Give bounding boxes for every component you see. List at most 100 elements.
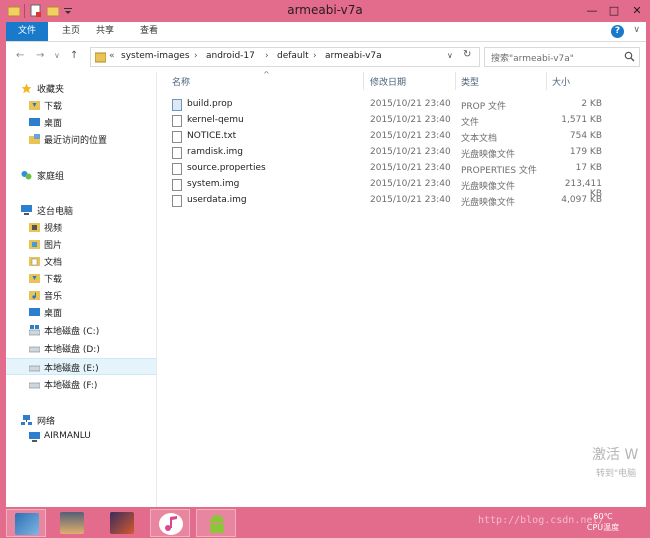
breadcrumb-android-17[interactable]: android-17 [206,51,255,61]
sidebar-item-documents[interactable]: 文档 [6,253,156,270]
column-divider[interactable] [546,72,547,90]
taskbar-app-3[interactable] [102,509,142,537]
sidebar-item-desktop[interactable]: 桌面 [6,114,156,131]
sidebar-item-drive-c[interactable]: 本地磁盘 (C:) [6,322,156,339]
column-header-type[interactable]: 类型 [461,75,479,88]
activation-watermark: 激活 W [592,447,639,463]
sidebar-item-recent[interactable]: 最近访问的位置 [6,131,156,148]
breadcrumb-system-images[interactable]: system-images [121,51,190,61]
column-header-name[interactable]: 名称 [172,75,190,88]
sidebar-item-pictures[interactable]: 图片 [6,236,156,253]
tab-home[interactable]: 主页 [56,22,86,41]
file-list: ^ 名称 修改日期 类型 大小 build.prop 2015/10/21 23… [158,70,646,507]
disc-image-icon [172,179,182,191]
taskbar-app-2[interactable] [52,509,92,537]
sidebar-item-label: 视频 [44,224,63,234]
taskbar-app-1[interactable] [6,509,46,537]
file-type: PROPERTIES 文件 [461,166,537,176]
network-icon [21,415,32,426]
tab-share[interactable]: 共享 [90,22,120,41]
desktop-icon [29,307,40,318]
sidebar-item-label: 本地磁盘 (E:) [44,364,99,374]
search-box[interactable]: 搜索"armeabi-v7a" [484,47,640,67]
magnifier-icon[interactable] [624,51,635,65]
sidebar-item-videos[interactable]: 视频 [6,219,156,236]
explorer-content: 收藏夹 下载 桌面 最近访问的位置 家庭组 这台电脑 视频 图片 文档 下载 音… [6,70,646,507]
search-input[interactable]: 搜索"armeabi-v7a" [491,51,574,64]
sidebar-item-drive-d[interactable]: 本地磁盘 (D:) [6,340,156,357]
ide-app-icon [110,512,134,534]
file-row[interactable]: build.prop 2015/10/21 23:40 PROP 文件 2 KB [172,97,632,113]
refresh-button[interactable]: ↻ [463,49,471,60]
sidebar-item-music[interactable]: 音乐 [6,287,156,304]
sidebar-item-airmanlu[interactable]: AIRMANLU [6,429,156,446]
file-size: 754 KB [569,131,602,141]
tab-view[interactable]: 查看 [134,22,164,41]
file-size: 179 KB [569,147,602,157]
file-size: 4,097 KB [561,195,602,205]
generic-file-icon [172,115,182,127]
breadcrumb-separator: › [265,51,269,61]
sidebar-item-label: 图片 [44,241,63,251]
music-app-icon [159,513,183,535]
sidebar-item-drive-f[interactable]: 本地磁盘 (F:) [6,376,156,393]
sidebar-item-this-pc[interactable]: 这台电脑 [6,202,156,219]
sidebar-item-drive-e[interactable]: 本地磁盘 (E:) [6,358,156,375]
sidebar-item-downloads[interactable]: 下载 [6,97,156,114]
forward-button[interactable]: → [36,50,44,61]
sidebar-item-desktop-pc[interactable]: 桌面 [6,304,156,321]
column-divider[interactable] [455,72,456,90]
window-title: armeabi-v7a [287,3,363,17]
taskbar-itunes[interactable] [150,509,190,537]
sidebar-item-homegroup[interactable]: 家庭组 [6,167,156,184]
system-drive-icon [28,325,41,336]
address-dropdown-button[interactable]: ∨ [447,51,453,60]
file-row[interactable]: system.img 2015/10/21 23:40 光盘映像文件 213,4… [172,177,632,199]
breadcrumb-armeabi-v7a[interactable]: armeabi-v7a [325,51,382,61]
taskbar-android[interactable] [196,509,236,537]
sidebar-item-label: 桌面 [44,119,63,129]
breadcrumb-overflow[interactable]: « [109,51,115,61]
file-type: 文本文档 [461,134,498,144]
sidebar-item-label: 桌面 [44,309,63,319]
file-row[interactable]: ramdisk.img 2015/10/21 23:40 光盘映像文件 179 … [172,145,632,161]
back-button[interactable]: ← [16,50,24,61]
maximize-button[interactable]: □ [604,2,624,19]
recent-places-icon [29,134,40,145]
minimize-button[interactable]: — [582,2,602,19]
prop-file-icon [172,99,182,111]
breadcrumb-default[interactable]: default [277,51,309,61]
recent-locations-button[interactable]: ∨ [54,51,60,60]
expand-ribbon-button[interactable]: ∨ [633,25,640,35]
breadcrumb-separator: › [313,51,317,61]
videos-folder-icon [29,222,40,233]
sidebar-item-favorites[interactable]: 收藏夹 [6,80,156,97]
sidebar-item-downloads-pc[interactable]: 下载 [6,270,156,287]
file-type: 光盘映像文件 [461,182,516,192]
up-button[interactable]: ↑ [70,50,78,61]
file-row[interactable]: userdata.img 2015/10/21 23:40 光盘映像文件 4,0… [172,193,632,209]
pictures-folder-icon [29,239,40,250]
column-header-date[interactable]: 修改日期 [370,75,406,88]
file-name: ramdisk.img [187,147,243,157]
file-name: userdata.img [187,195,247,205]
file-type: PROP 文件 [461,102,507,112]
sidebar-item-label: 本地磁盘 (D:) [44,345,100,355]
disc-image-icon [172,195,182,207]
drive-icon [28,343,41,354]
file-row[interactable]: NOTICE.txt 2015/10/21 23:40 文本文档 754 KB [172,129,632,145]
sidebar-item-network[interactable]: 网络 [6,412,156,429]
file-name: build.prop [187,99,233,109]
file-date: 2015/10/21 23:40 [370,131,451,141]
help-button[interactable]: ? [611,25,624,38]
close-button[interactable]: ✕ [627,2,647,19]
column-divider[interactable] [363,72,364,90]
sidebar-item-label: 下载 [44,275,63,285]
column-header-size[interactable]: 大小 [552,75,570,88]
title-bar: armeabi-v7a — □ ✕ [0,0,650,22]
file-row[interactable]: source.properties 2015/10/21 23:40 PROPE… [172,161,632,177]
documents-folder-icon [29,256,40,267]
file-row[interactable]: kernel-qemu 2015/10/21 23:40 文件 1,571 KB [172,113,632,129]
tab-file[interactable]: 文件 [6,22,48,41]
address-bar[interactable]: « system-images › android-17 › default ›… [90,47,480,67]
